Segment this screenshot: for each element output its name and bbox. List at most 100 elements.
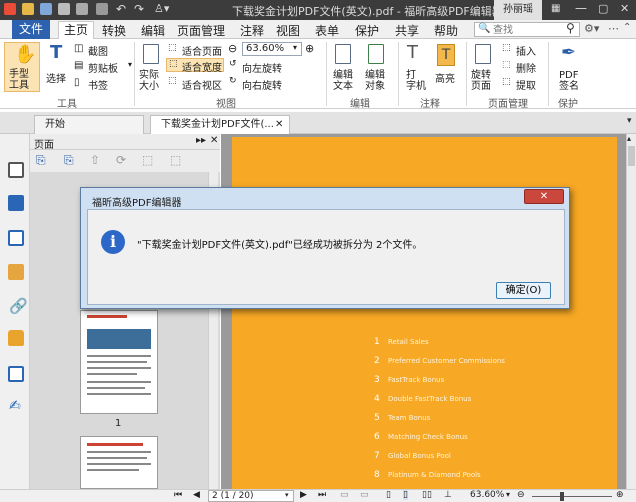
status-zoom-out-icon[interactable]: ⊖: [517, 490, 525, 500]
page-thumbnail-2[interactable]: [80, 436, 158, 489]
zoom-slider-thumb[interactable]: [560, 492, 564, 501]
menu-page-manage[interactable]: 页面管理: [177, 22, 225, 39]
zoom-in-icon[interactable]: ⊕: [305, 42, 314, 55]
tab-list-icon[interactable]: ▾: [627, 116, 632, 126]
select-tool-button[interactable]: T 选择: [46, 42, 68, 88]
last-page-icon[interactable]: ⏭: [318, 490, 326, 500]
menu-form[interactable]: 表单: [315, 22, 339, 39]
panel-close-icon[interactable]: ✕: [210, 135, 218, 146]
pdf-sign-label: PDF 签名: [559, 70, 579, 92]
edit-object-button[interactable]: 编辑 对象: [362, 42, 392, 92]
bookmarks-icon[interactable]: [8, 195, 24, 211]
customize-icon[interactable]: ♙▾: [154, 2, 169, 15]
redo-icon[interactable]: ↷: [134, 2, 144, 16]
extract-page-icon[interactable]: ⬚: [170, 153, 181, 167]
menu-convert[interactable]: 转换: [102, 22, 126, 39]
menu-view[interactable]: 视图: [276, 22, 300, 39]
layers-icon[interactable]: [8, 230, 24, 246]
rotate-page-button[interactable]: 旋转 页面: [470, 42, 498, 92]
delete-page-icon[interactable]: ⎘: [64, 153, 74, 168]
comments-icon[interactable]: [8, 264, 24, 280]
ribbon-separator: [548, 42, 549, 106]
rotate-right-button[interactable]: 向右旋转: [242, 77, 282, 92]
ribbon-options-icon[interactable]: ⋯: [608, 22, 619, 35]
bookmark-button[interactable]: 书签: [88, 77, 108, 92]
prev-page-icon[interactable]: ◀: [193, 490, 200, 500]
open-icon[interactable]: [22, 3, 34, 15]
close-window-icon[interactable]: ✕: [620, 2, 629, 15]
fit-view-button[interactable]: 适合视区: [182, 77, 222, 92]
close-tab-icon[interactable]: ✕: [275, 116, 283, 134]
attachments-icon[interactable]: 🔗: [9, 297, 28, 315]
user-account[interactable]: 孙丽瑶: [494, 0, 542, 20]
typewriter-button[interactable]: T 打 字机: [402, 42, 428, 92]
email-icon[interactable]: [76, 3, 88, 15]
continuous-icon[interactable]: ▭: [360, 490, 369, 500]
page-thumbnails-icon[interactable]: [8, 162, 24, 178]
minimize-icon[interactable]: —: [575, 1, 587, 15]
zoom-slider-track[interactable]: [532, 496, 612, 497]
scroll-up-icon[interactable]: ▴: [627, 134, 631, 143]
collapse-panel-icon[interactable]: ▸▸: [196, 135, 206, 146]
view-cover-icon[interactable]: ⊥: [444, 490, 452, 500]
dialog-close-icon[interactable]: ✕: [524, 189, 564, 204]
delete-button[interactable]: 删除: [516, 60, 536, 75]
collapse-ribbon-icon[interactable]: ⌃: [623, 22, 631, 33]
view-single-icon[interactable]: ▯: [386, 490, 391, 500]
insert-button[interactable]: 插入: [516, 43, 536, 58]
search-input[interactable]: [493, 24, 569, 37]
edit-text-button[interactable]: 编辑 文本: [330, 42, 358, 92]
crop-page-icon[interactable]: ⬚: [142, 153, 153, 167]
scroll-thumb[interactable]: [628, 146, 635, 166]
highlight-button[interactable]: T 高亮: [432, 42, 460, 92]
insert-page-icon[interactable]: ⎘: [36, 153, 46, 168]
clipboard-dropdown-icon[interactable]: ▾: [128, 60, 132, 69]
settings-icon[interactable]: ⚙▾: [584, 22, 599, 35]
move-page-icon[interactable]: ⇧: [90, 153, 100, 167]
zoom-combo[interactable]: 63.60% ▾: [242, 42, 302, 56]
save-icon[interactable]: [40, 3, 52, 15]
menu-help[interactable]: 帮助: [434, 22, 458, 39]
layout-icon[interactable]: ▦: [551, 3, 560, 14]
menu-home[interactable]: 主页: [58, 21, 94, 39]
rotate-left-button[interactable]: 向左旋转: [242, 60, 282, 75]
maximize-icon[interactable]: ▢: [598, 2, 608, 15]
extract-button[interactable]: 提取: [516, 77, 536, 92]
menu-file[interactable]: 文件: [12, 20, 50, 39]
page-number-field[interactable]: 2 (1 / 20) ▾: [208, 490, 294, 502]
zoom-menu-icon[interactable]: ▾: [506, 490, 510, 499]
security-lock-icon[interactable]: [8, 330, 24, 346]
tab-start[interactable]: 开始: [34, 115, 144, 134]
tab-document-label: 下载奖金计划PDF文件(...: [161, 119, 274, 130]
menu-share[interactable]: 共享: [395, 22, 419, 39]
list-item-text: Matching Check Bonus: [388, 433, 468, 441]
clipboard-button[interactable]: 剪贴板: [88, 60, 118, 75]
print-icon[interactable]: [58, 3, 70, 15]
page-thumbnail-1[interactable]: [80, 310, 158, 414]
pdf-sign-button[interactable]: ✒ PDF 签名: [554, 42, 584, 92]
tab-document[interactable]: 下载奖金计划PDF文件(... ✕: [150, 115, 290, 134]
view-continuous-icon[interactable]: ▯: [403, 490, 408, 500]
document-scrollbar[interactable]: ▴: [626, 134, 636, 489]
undo-icon[interactable]: ↶: [116, 2, 126, 16]
content-icon[interactable]: [8, 366, 24, 382]
fit-page-button[interactable]: 适合页面: [182, 43, 222, 58]
hand-tool-button[interactable]: ✋ 手型 工具: [4, 42, 40, 92]
ok-button[interactable]: 确定(O): [496, 282, 551, 299]
search-icon[interactable]: ⚲: [566, 21, 575, 35]
signature-panel-icon[interactable]: ✍: [9, 398, 21, 414]
zoom-out-icon[interactable]: ⊖: [228, 42, 237, 55]
menu-protect[interactable]: 保护: [355, 22, 379, 39]
view-facing-icon[interactable]: ▯▯: [422, 490, 432, 500]
rotate-page-small-icon[interactable]: ⟳: [116, 153, 126, 167]
menu-edit[interactable]: 编辑: [141, 22, 165, 39]
hand-small-icon[interactable]: [96, 3, 108, 15]
screenshot-button[interactable]: 截图: [88, 43, 108, 58]
menu-comment[interactable]: 注释: [240, 22, 264, 39]
search-mode-icon[interactable]: 🔍: [478, 23, 490, 34]
single-page-icon[interactable]: ▭: [340, 490, 349, 500]
status-zoom-in-icon[interactable]: ⊕: [616, 490, 624, 500]
next-page-icon[interactable]: ▶: [300, 490, 307, 500]
actual-size-button[interactable]: 实际 大小: [139, 42, 163, 92]
first-page-icon[interactable]: ⏮: [174, 490, 182, 500]
